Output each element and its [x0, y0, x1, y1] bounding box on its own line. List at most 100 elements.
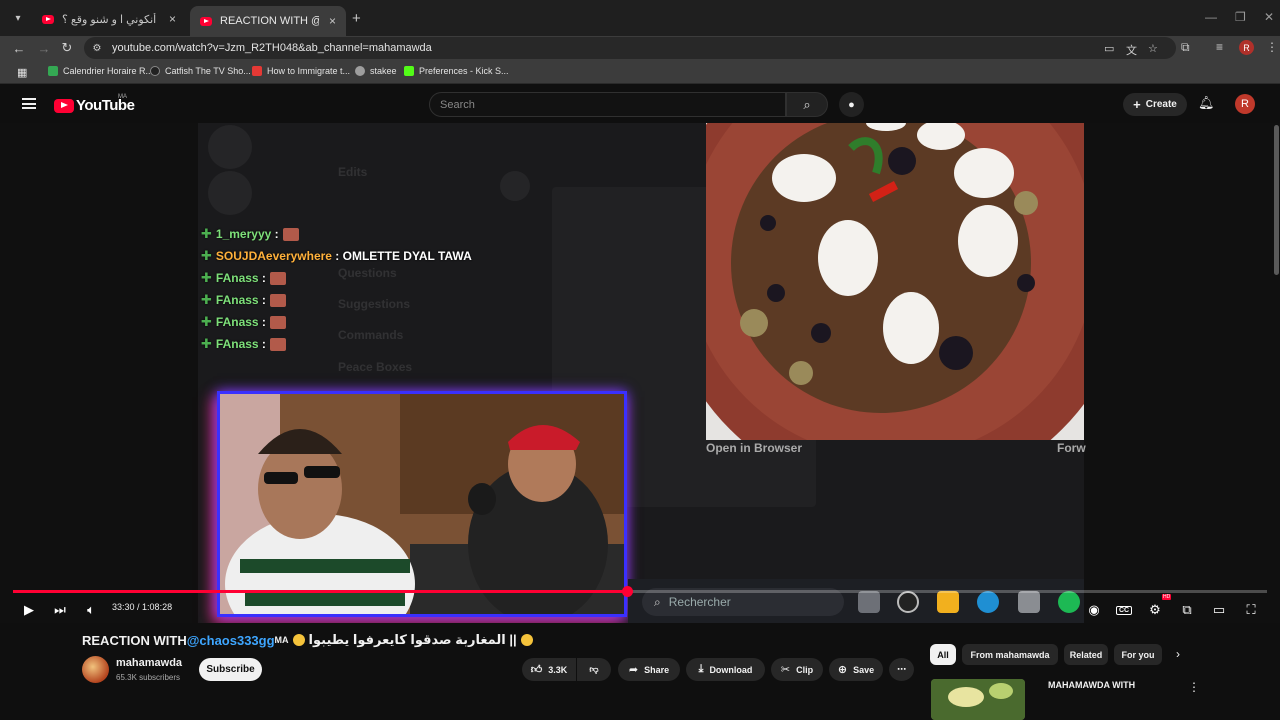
webcam-overlay	[217, 391, 627, 617]
bookmark-star-icon[interactable]: ☆	[1148, 42, 1158, 55]
channel-avatar[interactable]	[82, 656, 109, 683]
recommended-thumbnail[interactable]	[931, 679, 1025, 720]
restore-icon[interactable]: ❐	[1235, 10, 1246, 24]
kick-favicon-icon	[404, 66, 414, 76]
total-time: 1:08:28	[142, 602, 173, 612]
search-input[interactable]: Search	[429, 92, 786, 117]
window-close-icon[interactable]: ✕	[1264, 10, 1274, 24]
windows-search-text: Rechercher	[668, 595, 731, 609]
hd-badge: HD	[1162, 594, 1172, 600]
chip-from-channel[interactable]: From mahamawda	[962, 644, 1058, 665]
back-icon[interactable]: ←	[10, 39, 28, 57]
search-button[interactable]: ⌕	[786, 92, 828, 117]
sub-badge-icon: ✚	[201, 226, 212, 241]
save-label: Save	[853, 664, 875, 675]
save-button[interactable]: ⊕ Save	[829, 658, 883, 681]
youtube-play-icon	[54, 98, 74, 113]
edge-icon	[977, 591, 999, 613]
apps-grid-icon[interactable]: ▦	[17, 66, 27, 79]
webcam-illustration	[220, 394, 624, 614]
theater-mode-button[interactable]: ▭	[1210, 601, 1228, 619]
bookmark-label: How to Immigrate t...	[267, 66, 351, 76]
browser-tabstrip: ▾ حقيقة رجوع أنكوني ا و شنو وقع ؟ × REAC…	[0, 0, 1280, 36]
title-handle-link[interactable]: @chaos333gg	[187, 633, 275, 648]
youtube-logo[interactable]: YouTube MA	[54, 94, 135, 114]
account-avatar[interactable]: R	[1235, 94, 1255, 114]
youtube-header: YouTube MA Search ⌕ ● + Create 🔔︎ R	[0, 85, 1280, 123]
chevron-right-icon[interactable]: ›	[1176, 647, 1180, 661]
tab-arabic-video[interactable]: حقيقة رجوع أنكوني ا و شنو وقع ؟ ×	[32, 6, 186, 32]
tab-close-icon[interactable]: ×	[169, 12, 176, 26]
emoji-icon	[292, 634, 305, 646]
video-player[interactable]: Edits Questions Suggestions Commands Pea…	[0, 123, 1280, 623]
chip-label: From mahamawda	[970, 649, 1050, 660]
chat-user: FAnass	[215, 293, 259, 307]
bookmark-stakee[interactable]: stakee	[355, 66, 397, 76]
sub-badge-icon: ✚	[201, 314, 212, 329]
more-actions-button[interactable]: ⋯	[889, 658, 914, 681]
create-button[interactable]: + Create	[1123, 93, 1187, 116]
subtitles-button[interactable]: CC	[1114, 601, 1134, 619]
fullscreen-button[interactable]: ⛶	[1242, 601, 1260, 619]
minimize-icon[interactable]: —	[1205, 10, 1217, 24]
bookmark-calendrier[interactable]: Calendrier Horaire R...	[48, 66, 153, 76]
miniplayer-button[interactable]: ⧉	[1178, 601, 1196, 619]
clip-button[interactable]: ✂ Clip	[771, 658, 823, 681]
browser-profile-avatar[interactable]: R	[1239, 40, 1254, 55]
translate-icon[interactable]: 文	[1126, 42, 1137, 58]
site-info-icon[interactable]: ⚙	[90, 41, 104, 55]
reload-icon[interactable]: ↻	[58, 39, 76, 57]
voice-search-button[interactable]: ●	[839, 92, 864, 117]
bookmark-catfish[interactable]: Catfish The TV Sho...	[150, 66, 251, 76]
forward-icon[interactable]: →	[35, 39, 53, 57]
browser-menu-icon[interactable]: ⋮	[1266, 40, 1278, 54]
title-arabic: المغاربة صدقوا كايعرفوا يطيبوا ||	[308, 632, 517, 647]
chip-related[interactable]: Related	[1064, 644, 1108, 665]
thumbs-down-icon: 👎︎	[589, 664, 599, 674]
recommended-title[interactable]: MAHAMAWDA WITH	[1048, 680, 1135, 690]
mute-button[interactable]: 🔈︎	[82, 601, 100, 619]
tab-reaction-video[interactable]: REACTION WITH @chaos333gg ×	[190, 6, 346, 36]
chat-message: ✚ SOUJDAeverywhere : OMLETTE DYAL TAWA	[201, 248, 472, 263]
autoplay-toggle[interactable]: ◉	[1085, 601, 1103, 619]
address-bar[interactable]: ⚙ youtube.com/watch?v=Jzm_R2TH048&ab_cha…	[84, 37, 1176, 59]
like-button[interactable]: 👍︎ 3.3K	[522, 658, 576, 681]
tab-search-icon[interactable]: ▾	[8, 8, 28, 28]
chip-for-you[interactable]: For you	[1114, 644, 1162, 665]
new-tab-icon[interactable]: +	[352, 10, 361, 27]
bookmark-kick[interactable]: Preferences - Kick S...	[404, 66, 509, 76]
chat-message: ✚ 1_meryyy :	[201, 223, 472, 245]
avatar-initial: R	[1241, 98, 1249, 110]
share-button[interactable]: ➦ Share	[618, 658, 680, 681]
dislike-button[interactable]: 👎︎	[577, 658, 611, 681]
cast-icon[interactable]: ▭	[1104, 42, 1114, 55]
play-button[interactable]: ▶	[20, 601, 38, 619]
calendar-favicon-icon	[48, 66, 58, 76]
profile-initial: R	[1243, 42, 1250, 53]
microphone-icon: ●	[848, 98, 855, 111]
globe-icon	[355, 66, 365, 76]
emote-icon	[269, 337, 286, 351]
extensions-icon[interactable]: ⧉	[1181, 40, 1190, 55]
ghost-channel-text: Edits	[338, 165, 368, 179]
more-vertical-icon[interactable]: ⋮	[1188, 680, 1200, 694]
page-scrollbar[interactable]	[1274, 125, 1279, 275]
media-controls-icon[interactable]: ≡	[1216, 40, 1223, 54]
chip-all[interactable]: All	[930, 644, 956, 665]
next-button[interactable]: ⏭︎	[51, 601, 69, 619]
settings-button[interactable]: ⚙	[1146, 601, 1164, 619]
notifications-bell-icon[interactable]: 🔔︎	[1198, 95, 1215, 111]
captions-icon: CC	[1115, 605, 1133, 615]
chat-message: ✚ FAnass :	[201, 289, 472, 311]
download-button[interactable]: ⤓ Download	[686, 658, 765, 681]
subscribe-button[interactable]: Subscribe	[199, 658, 262, 681]
bookmark-immigrate[interactable]: How to Immigrate t...	[252, 66, 350, 76]
progress-scrubber[interactable]	[622, 586, 633, 597]
menu-icon[interactable]	[22, 98, 36, 109]
tab-title: حقيقة رجوع أنكوني ا و شنو وقع ؟	[62, 13, 159, 26]
channel-name[interactable]: mahamawda	[116, 657, 182, 669]
chip-label: All	[937, 649, 949, 660]
tab-close-icon[interactable]: ×	[329, 14, 336, 28]
search-placeholder: Search	[440, 99, 475, 111]
emote-icon	[269, 315, 286, 329]
